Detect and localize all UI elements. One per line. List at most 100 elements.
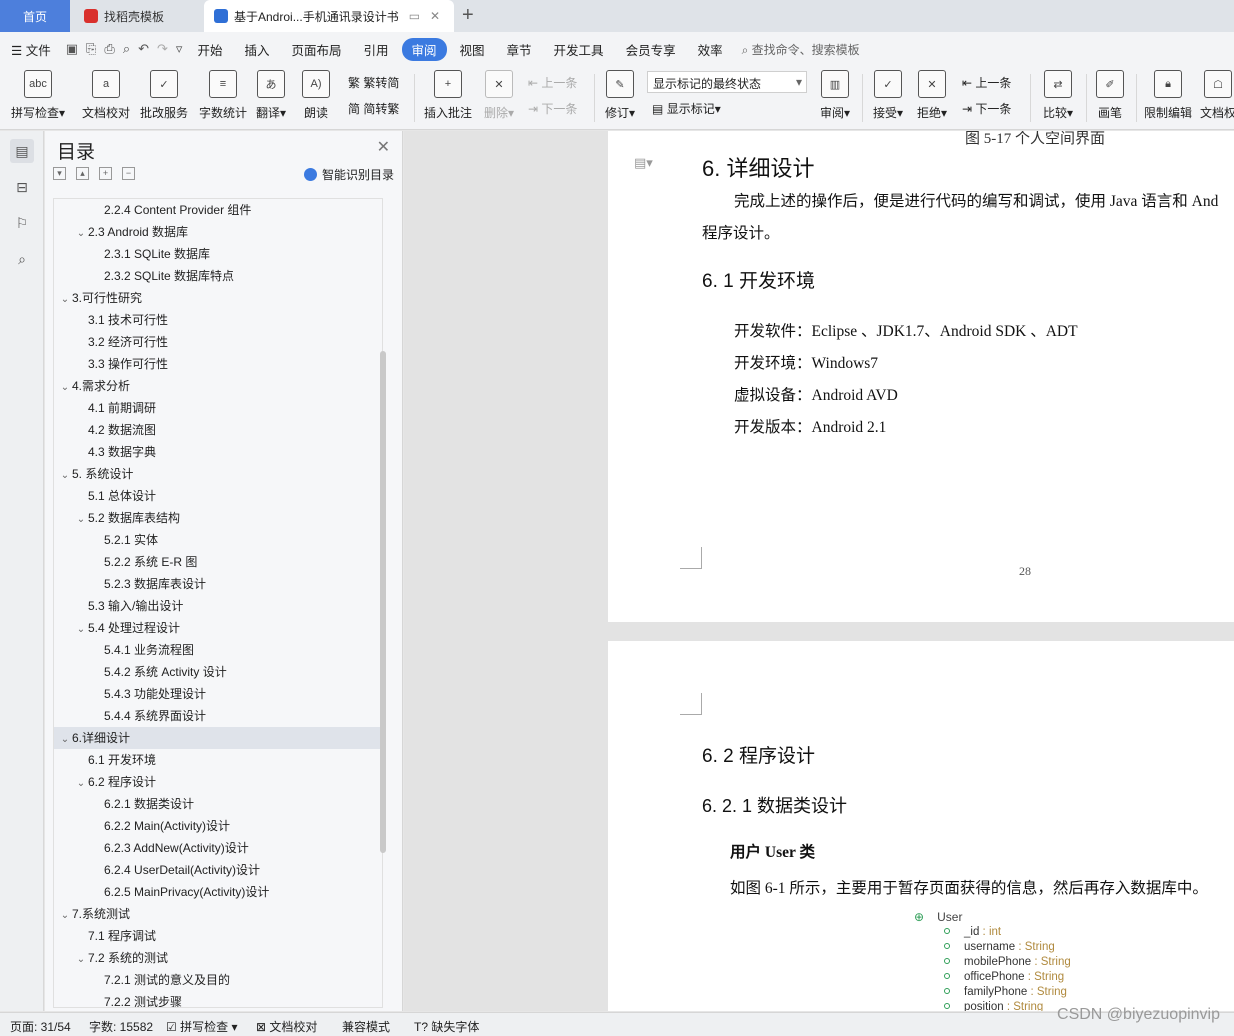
toc-item[interactable]: 5.4.2 系统 Activity 设计 [54,661,382,683]
toc-item[interactable]: ⌄ 5. 系统设计 [54,463,382,485]
to-simplified-button[interactable]: 繁 繁转简 [348,74,399,91]
toc-panel-icon[interactable]: ▤ [10,139,34,163]
tab-document[interactable]: 基于Androi...手机通讯录设计书 ▭ ✕ [204,0,454,32]
toc-item[interactable]: ⌄ 3.可行性研究 [54,287,382,309]
tab-home[interactable]: 首页 [0,0,70,32]
review-pane-button[interactable]: ▥ 审阅▾ [812,70,858,121]
word-count-button[interactable]: ≡ 字数统计 [195,70,251,121]
undo-icon[interactable]: ↶ [134,41,153,57]
toc-item[interactable]: 6.2.5 MainPrivacy(Activity)设计 [54,881,382,903]
toc-item[interactable]: 5.1 总体设计 [54,485,382,507]
tab-template[interactable]: 找稻壳模板 [74,0,200,32]
chevron-down-icon[interactable]: ⌄ [58,377,72,399]
menu-section[interactable]: 章节 [496,40,543,59]
toc-item[interactable]: 5.2.3 数据库表设计 [54,573,382,595]
toc-item[interactable]: 6.2.1 数据类设计 [54,793,382,815]
to-traditional-button[interactable]: 简 简转繁 [348,100,399,117]
toc-item[interactable]: ⌄ 5.2 数据库表结构 [54,507,382,529]
chevron-down-icon[interactable]: ⌄ [58,465,72,487]
toc-item[interactable]: 4.3 数据字典 [54,441,382,463]
export-pdf-icon[interactable]: ⎘ [82,41,100,57]
toc-item[interactable]: ⌄ 2.3 Android 数据库 [54,221,382,243]
menu-member[interactable]: 会员专享 [615,40,687,59]
batch-service-button[interactable]: ✓ 批改服务 [136,70,192,121]
word-count[interactable]: 字数: 15582 [89,1018,153,1035]
chevron-down-icon[interactable]: ⌄ [58,729,72,751]
new-tab-button[interactable]: + [462,4,474,27]
chevron-down-icon[interactable]: ⌄ [74,773,88,795]
toc-item[interactable]: ⌄ 6.详细设计 [54,727,382,749]
bookmark-icon[interactable]: ⚐ [10,211,34,235]
expand-all-icon[interactable]: ▴ [76,167,89,180]
toc-item[interactable]: 3.1 技术可行性 [54,309,382,331]
toc-item[interactable]: 5.2.1 实体 [54,529,382,551]
document-canvas[interactable]: 图 5-17 个人空间界面 ▤▾ 6. 详细设计 完成上述的操作后，便是进行代码… [404,131,1234,1011]
restrict-edit-button[interactable]: 🔒︎ 限制编辑 [1140,70,1196,121]
toc-item[interactable]: ⌄ 5.4 处理过程设计 [54,617,382,639]
page-indicator[interactable]: 页面: 31/54 [10,1018,71,1035]
chevron-down-icon[interactable]: ⌄ [74,949,88,971]
toc-item[interactable]: 3.3 操作可行性 [54,353,382,375]
prev-change-button[interactable]: ⇤ 上一条 [962,74,1011,91]
toc-item[interactable]: 2.2.4 Content Provider 组件 [54,199,382,221]
toc-item[interactable]: 6.1 开发环境 [54,749,382,771]
chevron-down-icon[interactable]: ⌄ [74,223,88,245]
toc-item[interactable]: ⌄ 7.2 系统的测试 [54,947,382,969]
insert-comment-button[interactable]: + 插入批注 [420,70,476,121]
toc-item[interactable]: 6.2.3 AddNew(Activity)设计 [54,837,382,859]
next-change-button[interactable]: ⇥ 下一条 [962,100,1011,117]
reject-button[interactable]: ✕ 拒绝▾ [908,70,956,121]
toc-item[interactable]: ⌄ 6.2 程序设计 [54,771,382,793]
monitor-icon[interactable]: ▭ [409,9,420,23]
menu-page-layout[interactable]: 页面布局 [280,40,352,59]
toc-item[interactable]: 2.3.1 SQLite 数据库 [54,243,382,265]
toc-item[interactable]: 7.1 程序调试 [54,925,382,947]
menu-insert[interactable]: 插入 [233,40,280,59]
customize-icon[interactable]: ▿ [172,41,187,57]
toc-item[interactable]: 2.3.2 SQLite 数据库特点 [54,265,382,287]
toc-item[interactable]: 5.4.3 功能处理设计 [54,683,382,705]
toc-item[interactable]: 6.2.4 UserDetail(Activity)设计 [54,859,382,881]
toc-item[interactable]: 5.3 输入/输出设计 [54,595,382,617]
toc-item[interactable]: 7.2.2 测试步骤 [54,991,382,1007]
smart-toc-button[interactable]: 智能识别目录 [303,166,394,183]
toc-item[interactable]: 5.4.4 系统界面设计 [54,705,382,727]
toc-item[interactable]: 4.2 数据流图 [54,419,382,441]
search-icon[interactable]: ⌕ [10,247,34,271]
add-heading-icon[interactable]: + [99,167,112,180]
accept-button[interactable]: ✓ 接受▾ [864,70,912,121]
redo-icon[interactable]: ↷ [153,41,172,57]
doc-proof-button[interactable]: a 文档校对 [78,70,134,121]
toc-item[interactable]: ⌄ 7.系统测试 [54,903,382,925]
close-icon[interactable]: ✕ [430,9,440,23]
page-options-icon[interactable]: ▤▾ [634,155,653,171]
file-menu[interactable]: ☰ 文件 [0,40,62,59]
menu-dev-tools[interactable]: 开发工具 [543,40,615,59]
remove-heading-icon[interactable]: − [122,167,135,180]
missing-font[interactable]: T? 缺失字体 [414,1018,479,1035]
status-proof[interactable]: ⊠ 文档校对 [256,1018,317,1035]
display-state-select[interactable]: 显示标记的最终状态 ▾ [647,71,807,93]
status-spell-check[interactable]: ☑ 拼写检查 ▾ [166,1018,237,1035]
read-aloud-button[interactable]: A) 朗读 [292,70,340,121]
toc-item[interactable]: 7.2.1 测试的意义及目的 [54,969,382,991]
toc-item[interactable]: ⌄ 4.需求分析 [54,375,382,397]
toc-item[interactable]: 4.1 前期调研 [54,397,382,419]
menu-reference[interactable]: 引用 [352,40,399,59]
revise-button[interactable]: ✎ 修订▾ [596,70,644,121]
chevron-down-icon[interactable]: ⌄ [58,289,72,311]
pen-button[interactable]: ✐ 画笔 [1088,70,1132,121]
save-icon[interactable]: ▣ [62,41,82,57]
chevron-down-icon[interactable]: ⌄ [74,619,88,641]
toc-item[interactable]: 3.2 经济可行性 [54,331,382,353]
collapse-all-icon[interactable]: ▾ [53,167,66,180]
toc-scrollbar[interactable] [380,351,386,853]
menu-view[interactable]: 视图 [449,40,496,59]
compare-button[interactable]: ⇄ 比较▾ [1034,70,1082,121]
toc-item[interactable]: 6.2.2 Main(Activity)设计 [54,815,382,837]
toc-item[interactable]: 5.2.2 系统 E-R 图 [54,551,382,573]
command-search[interactable]: ⌕ 查找命令、搜索模板 [734,41,860,58]
menu-start[interactable]: 开始 [186,40,233,59]
translate-button[interactable]: あ翻译▾ [246,70,296,121]
close-icon[interactable]: ✕ [377,137,390,157]
